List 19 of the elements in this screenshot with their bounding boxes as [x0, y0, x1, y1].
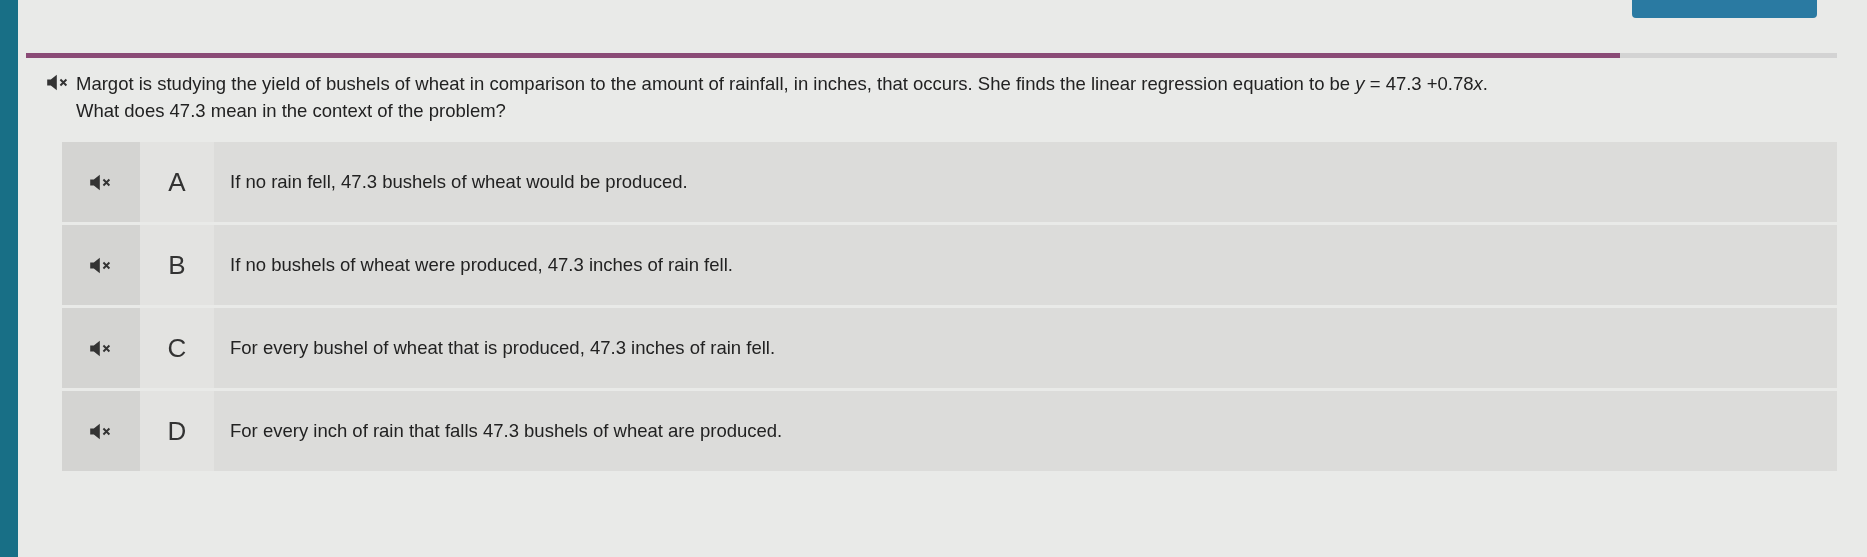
answer-option[interactable]: D For every inch of rain that falls 47.3 bushels of wheat are produced.: [62, 391, 1837, 471]
option-letter: A: [168, 166, 186, 198]
answer-option[interactable]: A If no rain fell, 47.3 bushels of wheat would be produced.: [62, 142, 1837, 222]
option-letter: B: [168, 249, 186, 281]
answer-option[interactable]: C For every bushel of wheat that is produced, 47.3 inches of rain fell.: [62, 308, 1837, 388]
option-text: If no bushels of wheat were produced, 47.3 inches of rain fell.: [230, 254, 733, 276]
speaker-icon[interactable]: [89, 256, 113, 274]
option-text: For every bushel of wheat that is produced, 47.3 inches of rain fell.: [230, 337, 776, 359]
option-text: For every inch of rain that falls 47.3 bushels of wheat are produced.: [230, 420, 783, 442]
option-letter: D: [167, 415, 187, 447]
option-text: If no rain fell, 47.3 bushels of wheat would be produced.: [230, 171, 688, 193]
speaker-icon[interactable]: [89, 173, 113, 191]
speaker-icon[interactable]: [89, 339, 113, 357]
option-letter: C: [167, 332, 187, 364]
speaker-icon[interactable]: [89, 422, 113, 440]
answer-option[interactable]: B If no bushels of wheat were produced, 47.3 inches of rain fell.: [62, 225, 1837, 305]
speaker-icon[interactable]: [46, 74, 70, 91]
question-text: What does 47.3 mean in the context of the problem?: [76, 99, 507, 123]
question-text: Margot is studying the yield of bushels of wheat in comparison to the amount of rainfall, in inches, that occurs. She finds the linear regression equation to be y = 47.3 +0.78x.: [76, 72, 1488, 96]
